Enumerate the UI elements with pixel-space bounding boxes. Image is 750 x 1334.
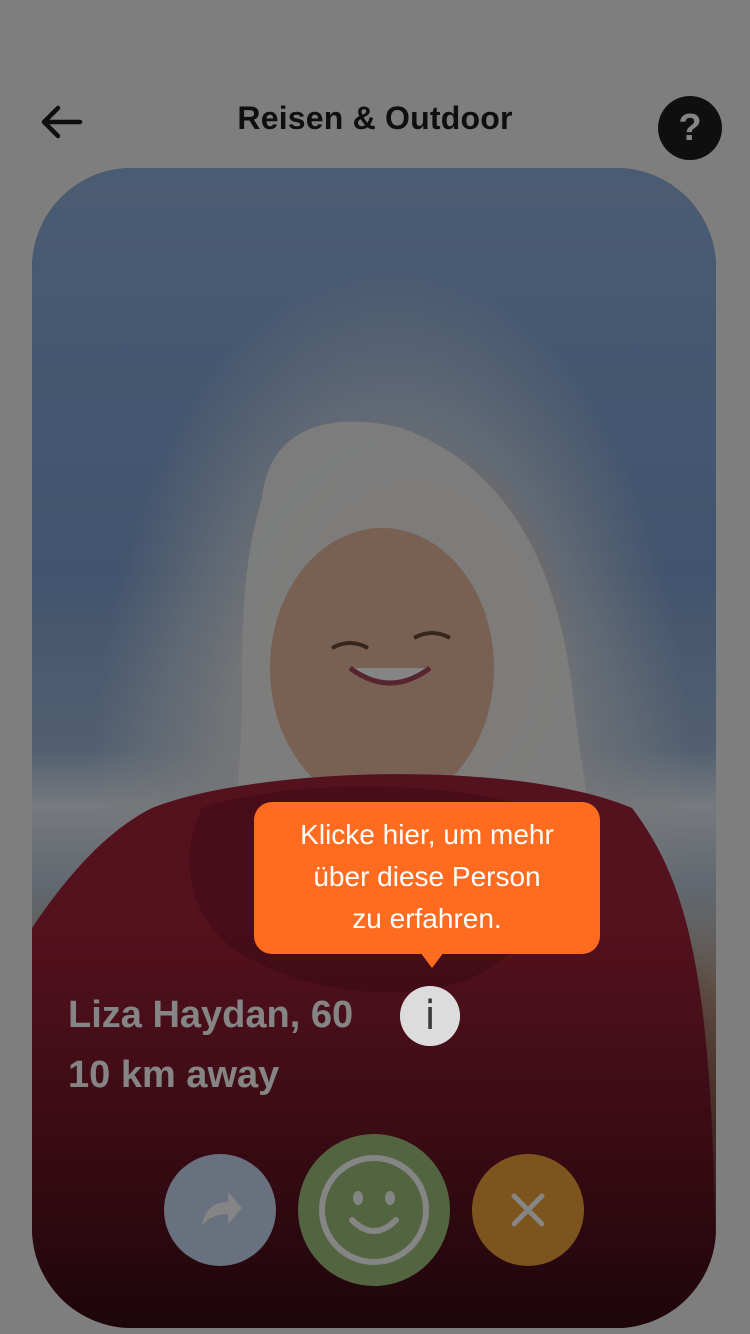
tooltip-line: über diese Person bbox=[313, 861, 541, 892]
onboarding-tooltip: Klicke hier, um mehr über diese Person z… bbox=[254, 802, 600, 954]
screen: Reisen & Outdoor ? Liza Haydan, 60 10 km… bbox=[0, 0, 750, 1334]
info-button-highlight[interactable]: i bbox=[400, 986, 460, 1046]
tooltip-line: zu erfahren. bbox=[352, 903, 502, 934]
tooltip-line: Klicke hier, um mehr bbox=[300, 819, 554, 850]
tooltip-pointer bbox=[420, 952, 444, 968]
onboarding-overlay[interactable] bbox=[0, 0, 750, 1334]
